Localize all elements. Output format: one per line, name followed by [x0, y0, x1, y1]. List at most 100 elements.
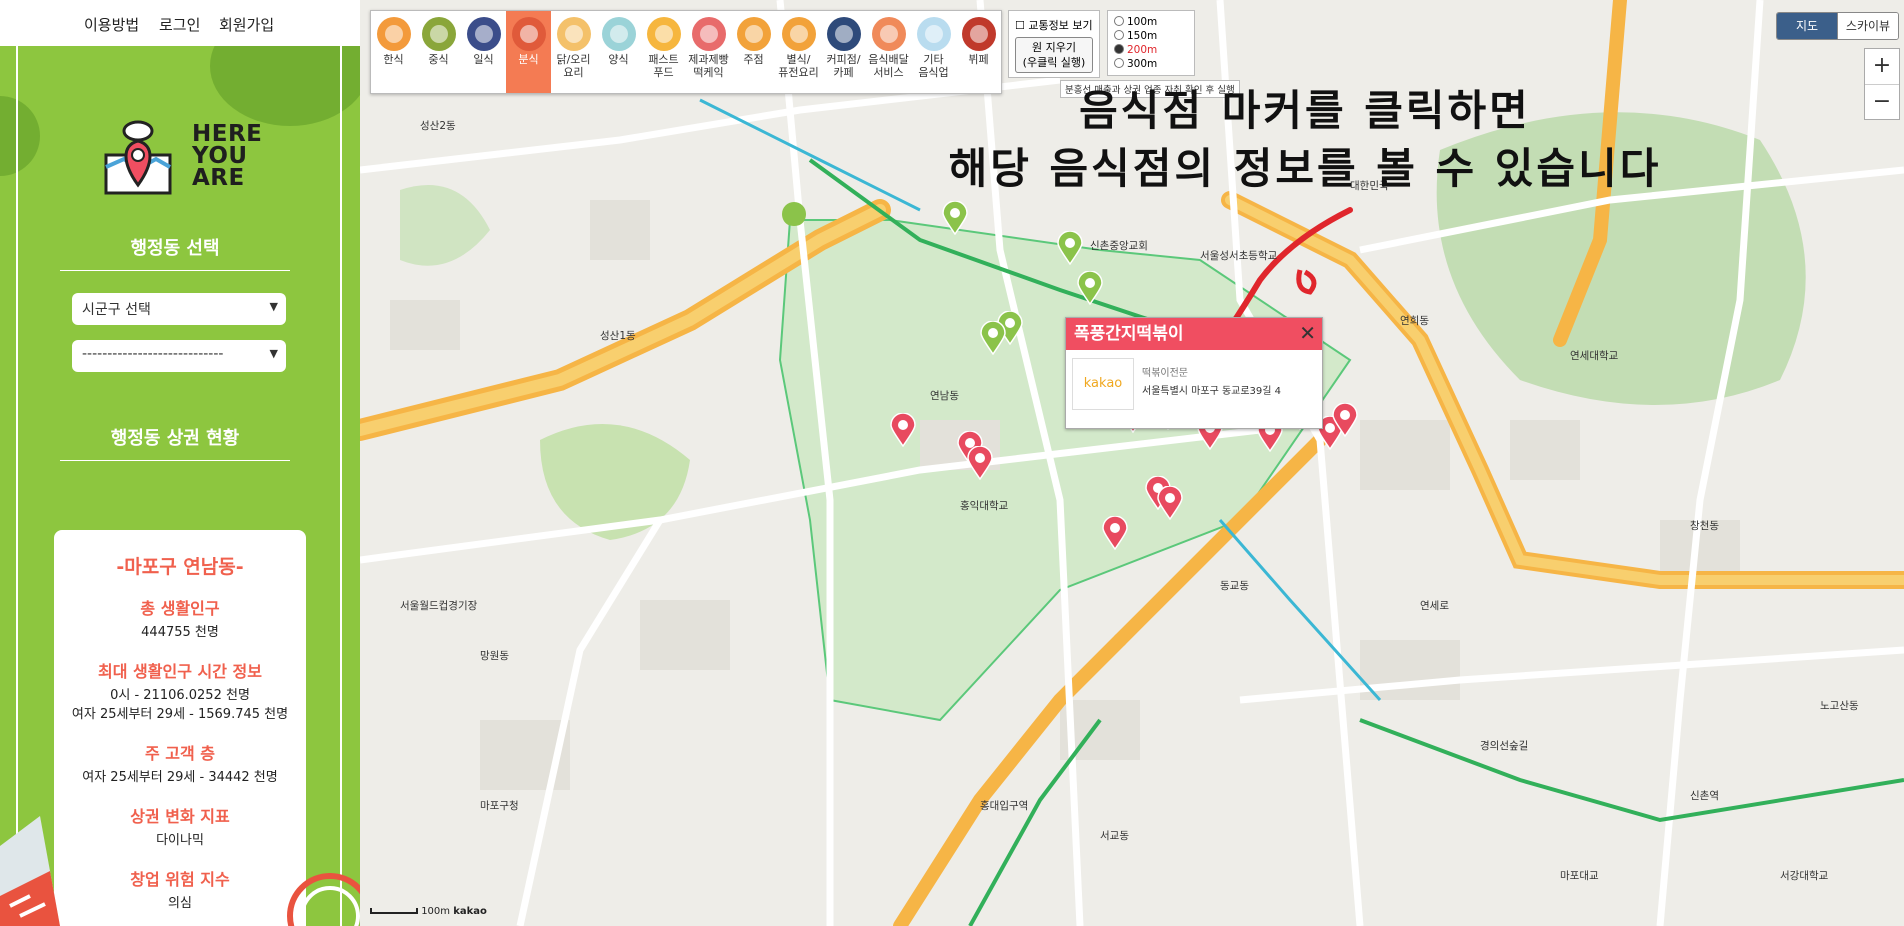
- map-type-map[interactable]: 지도: [1777, 13, 1837, 39]
- restaurant-marker[interactable]: [1102, 516, 1128, 550]
- poi-label: 마포대교: [1560, 870, 1599, 882]
- annotation-line: 음식점 마커를 클릭하면: [1079, 86, 1531, 135]
- pub-icon: [736, 17, 771, 51]
- map-type-toggle: 지도 스카이뷰: [1776, 12, 1899, 40]
- category-label: 별식/퓨전요리: [778, 53, 819, 79]
- poi-label: 동교동: [1220, 580, 1249, 592]
- popup-address: 서울특별시 마포구 동교로39길 4: [1142, 386, 1282, 397]
- category-chinese-food[interactable]: 중식: [416, 11, 461, 93]
- cafe-icon: [826, 17, 861, 51]
- category-label: 닭/오리 요리: [556, 53, 591, 79]
- category-buffet[interactable]: 뷔페: [956, 11, 1001, 93]
- zoom-in-button[interactable]: +: [1865, 49, 1899, 85]
- japanese-food-icon: [466, 17, 501, 51]
- bakery-icon: [691, 17, 726, 51]
- chevron-down-icon: ▼: [269, 300, 278, 313]
- restaurant-info-popup: 폭풍간지떡볶이 ✕ kakao 떡볶이전문 서울특별시 마포구 동교로39길 4: [1065, 317, 1323, 429]
- category-pub[interactable]: 주점: [731, 11, 776, 93]
- category-snack-food[interactable]: 분식: [506, 11, 551, 93]
- restaurant-marker[interactable]: [1157, 486, 1183, 520]
- category-chicken[interactable]: 닭/오리 요리: [551, 11, 596, 93]
- green-marker[interactable]: [782, 202, 806, 226]
- snack-food-icon: [511, 17, 546, 51]
- poi-label: 홍익대학교: [960, 500, 1009, 512]
- category-bakery[interactable]: 제과제빵 떡케익: [686, 11, 731, 93]
- category-label: 분식: [518, 53, 539, 66]
- radius-option[interactable]: 150m: [1114, 30, 1157, 42]
- category-other-food[interactable]: 기타 음식업: [911, 11, 956, 93]
- restaurant-marker-green[interactable]: [942, 201, 968, 235]
- zoom-out-button[interactable]: −: [1865, 85, 1899, 120]
- radius-label: 150m: [1127, 30, 1158, 42]
- category-label: 주점: [743, 53, 764, 66]
- instruction-annotation: 음식점 마커를 클릭하면 해당 음식점의 정보를 볼 수 있습니다: [875, 82, 1735, 198]
- poi-label: 마포구청: [480, 800, 519, 812]
- category-label: 패스트 푸드: [648, 53, 679, 79]
- radius-option[interactable]: 300m: [1114, 58, 1157, 70]
- sidebar: 이용방법 로그인 회원가입 HERE YOU ARE 행정동 선택 시군구 선택: [0, 0, 360, 926]
- category-japanese-food[interactable]: 일식: [461, 11, 506, 93]
- fusion-icon: [781, 17, 816, 51]
- poi-label: 성산1동: [600, 330, 636, 342]
- peak-label: 최대 생활인구 시간 정보: [98, 662, 262, 681]
- status-title: 행정동 상권 현황: [60, 424, 290, 461]
- radius-option[interactable]: 200m: [1114, 44, 1157, 56]
- radius-label: 100m: [1127, 16, 1158, 28]
- traffic-label: 교통정보 보기: [1028, 19, 1093, 32]
- district-select[interactable]: 시군구 선택 ▼: [72, 293, 286, 325]
- total-pop-label: 총 생활인구: [140, 599, 220, 618]
- poi-label: 서교동: [1100, 830, 1129, 842]
- chevron-down-icon: ▼: [269, 347, 278, 360]
- category-fast-food[interactable]: 패스트 푸드: [641, 11, 686, 93]
- radius-label: 300m: [1127, 58, 1158, 70]
- guide-link[interactable]: 이용방법: [84, 14, 139, 35]
- dong-select[interactable]: ---------------------------- ▼: [72, 340, 286, 372]
- traffic-checkbox[interactable]: ☐ 교통정보 보기: [1015, 17, 1093, 33]
- annotation-line: 해당 음식점의 정보를 볼 수 있습니다: [948, 144, 1662, 193]
- category-delivery[interactable]: 음식배달 서비스: [866, 11, 911, 93]
- poi-label: 경의선숲길: [1480, 740, 1529, 752]
- poi-label: 노고산동: [1820, 700, 1859, 712]
- restaurant-marker-green[interactable]: [980, 321, 1006, 355]
- kakao-logo: kakao: [1072, 358, 1134, 410]
- total-pop-value: 444755 천명: [141, 625, 219, 640]
- category-korean-food[interactable]: 한식: [371, 11, 416, 93]
- map-type-skyview[interactable]: 스카이뷰: [1837, 13, 1898, 39]
- map-canvas[interactable]: 성산2동 성산1동 연남동 신촌중앙교회 연희동 홍익대학교 동교동 경의선숲길…: [360, 0, 1904, 926]
- radius-option[interactable]: 100m: [1114, 16, 1157, 28]
- category-label: 제과제빵 떡케익: [688, 53, 729, 79]
- poi-label: 신촌중앙교회: [1090, 240, 1148, 252]
- radio-icon: [1114, 58, 1124, 68]
- restaurant-marker[interactable]: [967, 446, 993, 480]
- restaurant-marker[interactable]: [890, 413, 916, 447]
- category-western-food[interactable]: 양식: [596, 11, 641, 93]
- category-fusion[interactable]: 별식/퓨전요리: [776, 11, 821, 93]
- district-select-value: 시군구 선택: [82, 302, 151, 318]
- zoom-control: + −: [1864, 48, 1900, 120]
- delivery-icon: [871, 17, 906, 51]
- logo-line: ARE: [192, 165, 245, 191]
- clear-circle-line: 원 지우기: [1032, 41, 1076, 54]
- category-cafe[interactable]: 커피점/카페: [821, 11, 866, 93]
- login-link[interactable]: 로그인: [159, 14, 200, 35]
- map-pin-logo-icon: [104, 120, 172, 195]
- fast-food-icon: [646, 17, 681, 51]
- chicken-icon: [556, 17, 591, 51]
- restaurant-marker-green[interactable]: [1077, 271, 1103, 305]
- poi-label: 서강대학교: [1780, 870, 1829, 882]
- scale-label: 100m: [421, 906, 451, 917]
- radius-label: 200m: [1127, 44, 1158, 56]
- logo-line: YOU: [192, 143, 248, 169]
- poi-label: 성산2동: [420, 120, 456, 132]
- restaurant-marker-green[interactable]: [1057, 231, 1083, 265]
- clear-circle-button[interactable]: 원 지우기 (우클릭 실행): [1015, 37, 1093, 73]
- poi-label: 신촌역: [1690, 790, 1719, 802]
- other-food-icon: [916, 17, 951, 51]
- category-label: 일식: [473, 53, 494, 66]
- signup-link[interactable]: 회원가입: [219, 14, 274, 35]
- close-icon[interactable]: ✕: [1299, 323, 1316, 343]
- restaurant-marker[interactable]: [1332, 403, 1358, 437]
- radio-icon: [1114, 30, 1124, 40]
- poi-label: 서울성서초등학교: [1200, 250, 1278, 262]
- poi-label: 연세대학교: [1570, 350, 1619, 362]
